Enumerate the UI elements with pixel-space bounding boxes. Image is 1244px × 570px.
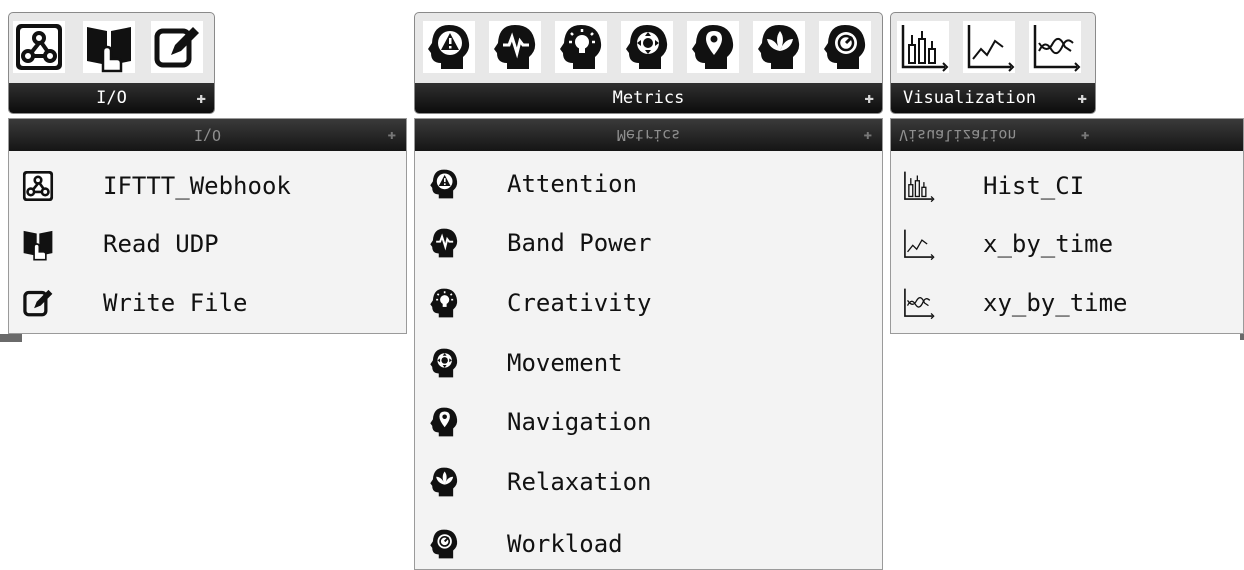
visualization-toolbar: Visualization ✚ [890, 12, 1096, 114]
menu-item-label: Navigation [507, 408, 652, 436]
dropdown-arrow-icon: ✚ [863, 127, 872, 143]
menu-item-ifttt-webhook[interactable]: IFTTT_Webhook [9, 157, 406, 215]
relaxation-icon[interactable] [753, 21, 805, 73]
dropdown-arrow-icon: ✚ [1077, 88, 1087, 107]
menu-item-x-by-time[interactable]: x_by_time [891, 215, 1243, 273]
io-dropdown-menu: I\O ✚ IFTTT_Webhook Read UDP Write File [8, 118, 407, 334]
menu-item-navigation[interactable]: Navigation [415, 393, 882, 451]
hist-ci-icon [901, 169, 935, 203]
menu-item-read-udp[interactable]: Read UDP [9, 215, 406, 273]
metrics-dropdown-menu: Metrics ✚ Attention Band Power Creativit… [414, 118, 883, 570]
read-udp-icon[interactable] [83, 21, 135, 73]
io-toolbar-dropdown[interactable]: I/O ✚ [9, 83, 214, 113]
xy-by-time-icon[interactable] [1029, 21, 1081, 73]
menu-item-relaxation[interactable]: Relaxation [415, 453, 882, 511]
creativity-icon [427, 286, 461, 320]
movement-icon[interactable] [621, 21, 673, 73]
dropdown-arrow-icon: ✚ [1081, 127, 1090, 143]
dropdown-arrow-icon: ✚ [387, 127, 396, 143]
menu-item-label: xy_by_time [983, 289, 1128, 317]
metrics-menu-header: Metrics ✚ [415, 119, 882, 151]
menu-item-label: Movement [507, 349, 623, 377]
dropdown-arrow-icon: ✚ [864, 88, 874, 107]
metrics-toolbar-label: Metrics [612, 88, 685, 108]
write-file-icon[interactable] [151, 21, 203, 73]
menu-item-label: Relaxation [507, 468, 652, 496]
band-power-icon[interactable] [489, 21, 541, 73]
canvas-divider [1240, 334, 1244, 340]
menu-item-label: Read UDP [103, 230, 219, 258]
menu-item-label: Creativity [507, 289, 652, 317]
band-power-icon [427, 226, 461, 260]
hist-ci-icon[interactable] [897, 21, 949, 73]
visualization-dropdown-menu: Visualization ✚ Hist_CI x_by_time xy_by_… [890, 118, 1244, 334]
workload-icon[interactable] [819, 21, 871, 73]
webhook-icon[interactable] [13, 21, 65, 73]
visualization-menu-header: Visualization ✚ [891, 119, 1243, 151]
menu-item-label: Workload [507, 530, 623, 558]
io-toolbar: I/O ✚ [8, 12, 215, 114]
metrics-toolbar-dropdown[interactable]: Metrics ✚ [415, 83, 882, 113]
x-by-time-icon [901, 227, 935, 261]
attention-icon[interactable] [423, 21, 475, 73]
read-udp-icon [21, 227, 55, 261]
menu-item-movement[interactable]: Movement [415, 334, 882, 392]
menu-item-hist-ci[interactable]: Hist_CI [891, 157, 1243, 215]
io-menu-header: I\O ✚ [9, 119, 406, 151]
menu-item-label: x_by_time [983, 230, 1114, 258]
visualization-toolbar-dropdown[interactable]: Visualization ✚ [891, 83, 1095, 113]
movement-icon [427, 346, 461, 380]
xy-by-time-icon [901, 286, 935, 320]
write-file-icon [21, 286, 55, 320]
x-by-time-icon[interactable] [963, 21, 1015, 73]
menu-item-label: IFTTT_Webhook [103, 172, 291, 200]
menu-item-band-power[interactable]: Band Power [415, 214, 882, 272]
menu-item-attention[interactable]: Attention [415, 155, 882, 213]
metrics-menu-header-label: Metrics [616, 126, 681, 144]
visualization-menu-header-label: Visualization [899, 126, 1017, 144]
creativity-icon[interactable] [555, 21, 607, 73]
workload-icon [427, 527, 461, 561]
navigation-icon [427, 405, 461, 439]
menu-item-label: Attention [507, 170, 638, 198]
menu-item-creativity[interactable]: Creativity [415, 274, 882, 332]
menu-item-xy-by-time[interactable]: xy_by_time [891, 274, 1243, 332]
menu-item-write-file[interactable]: Write File [9, 274, 406, 332]
io-menu-header-label: I\O [193, 126, 222, 144]
io-toolbar-label: I/O [96, 88, 127, 108]
menu-item-workload[interactable]: Workload [415, 515, 882, 569]
webhook-icon [21, 169, 55, 203]
menu-item-label: Write File [103, 289, 248, 317]
metrics-toolbar: Metrics ✚ [414, 12, 883, 114]
canvas-divider [0, 334, 22, 342]
visualization-toolbar-label: Visualization [903, 88, 1037, 108]
navigation-icon[interactable] [687, 21, 739, 73]
menu-item-label: Band Power [507, 229, 652, 257]
menu-item-label: Hist_CI [983, 172, 1085, 200]
attention-icon [427, 167, 461, 201]
relaxation-icon [427, 465, 461, 499]
dropdown-arrow-icon: ✚ [196, 88, 206, 107]
